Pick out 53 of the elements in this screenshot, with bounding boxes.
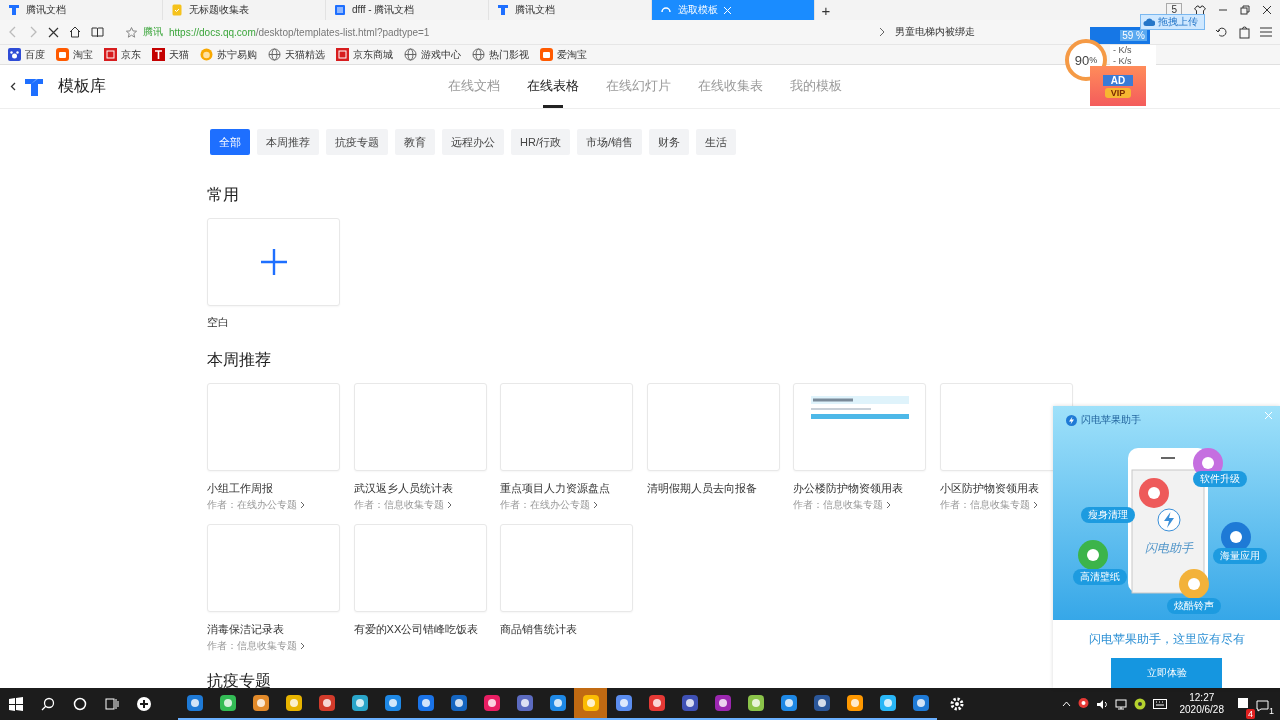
popup-caption: 闪电苹果助手，这里应有尽有 [1088, 632, 1245, 647]
template-title[interactable]: 小组工作周报 [207, 481, 273, 496]
template-title[interactable]: 重点项目人力资源盘点 [500, 481, 611, 496]
feature-label: 软件升级 [1193, 471, 1247, 487]
nav-tab[interactable]: 在线表格 [527, 65, 579, 108]
category-chip[interactable]: 远程办公 [442, 129, 504, 155]
tray-badge: 4 [1246, 709, 1255, 719]
category-chip[interactable]: 全部 [210, 129, 250, 155]
section-title: 常用 [207, 185, 240, 205]
template-title[interactable]: 消毒保洁记录表 [207, 622, 284, 637]
new-tab-button[interactable]: + [815, 0, 837, 20]
section-title: 本周推荐 [207, 350, 272, 370]
site-label: 腾讯 [143, 25, 163, 39]
news-headline[interactable]: 男童电梯内被绑走 [895, 25, 975, 39]
template-title[interactable]: 空白 [207, 315, 229, 330]
bookmark-link[interactable]: 热门影视 [472, 47, 529, 62]
bookmark-link[interactable]: 游戏中心 [404, 47, 461, 62]
feature-label: 高清壁纸 [1073, 569, 1127, 585]
clock[interactable]: 12:27 2020/6/28 [1179, 692, 1224, 716]
popup-brand: 闪电苹果助手 [1081, 413, 1141, 427]
bookmark-link[interactable]: 苏宁易购 [200, 47, 257, 62]
category-chip[interactable]: 教育 [395, 129, 435, 155]
battery-meter: 59 % [1120, 30, 1147, 41]
bookmark-link[interactable]: 天猫精选 [268, 47, 325, 62]
template-title[interactable]: 武汉返乡人员统计表 [353, 481, 453, 496]
feature-label: 海量应用 [1213, 548, 1267, 564]
category-chip[interactable]: 财务 [649, 129, 689, 155]
category-chip[interactable]: 抗疫专题 [326, 129, 388, 155]
feature-label: 瘦身清理 [1081, 507, 1135, 523]
upload-speed: - K/s [1113, 45, 1133, 56]
template-title[interactable]: 有爱的XX公司错峰吃饭表 [353, 622, 479, 637]
bookmark-link[interactable]: 京东商城 [336, 47, 393, 62]
bookmark-link[interactable]: 百度 [8, 47, 45, 62]
template-title[interactable]: 小区防护物资领用表 [939, 481, 1039, 496]
url-field[interactable]: https://docs.qq.com/desktop/templates-list.html?padtype=1 [169, 26, 430, 38]
bookmark-link[interactable]: 爱淘宝 [540, 47, 587, 62]
category-chip[interactable]: 市场/销售 [576, 129, 642, 155]
template-title[interactable]: 清明假期人员去向报备 [646, 481, 757, 496]
page-title: 模板库 [58, 76, 107, 96]
template-title[interactable]: 商品销售统计表 [500, 622, 578, 637]
category-chip[interactable]: 生活 [696, 129, 736, 155]
bookmark-link[interactable]: 天猫 [152, 47, 189, 62]
feature-label: 炫酷铃声 [1167, 598, 1221, 614]
download-speed: - K/s [1113, 56, 1133, 67]
ad-vip-badge[interactable]: AD VIP [1090, 66, 1146, 106]
bookmark-link[interactable]: 淘宝 [56, 47, 93, 62]
template-title[interactable]: 办公楼防护物资领用表 [793, 481, 904, 496]
phone-logo-text: 闪电助手 [1145, 540, 1193, 557]
upload-tip[interactable]: 拖拽上传 [1140, 14, 1205, 30]
section-title: 抗疫专题 [207, 671, 272, 688]
category-chip[interactable]: 本周推荐 [257, 129, 319, 155]
category-chip[interactable]: HR/行政 [511, 129, 570, 155]
bookmark-link[interactable]: 京东 [104, 47, 141, 62]
